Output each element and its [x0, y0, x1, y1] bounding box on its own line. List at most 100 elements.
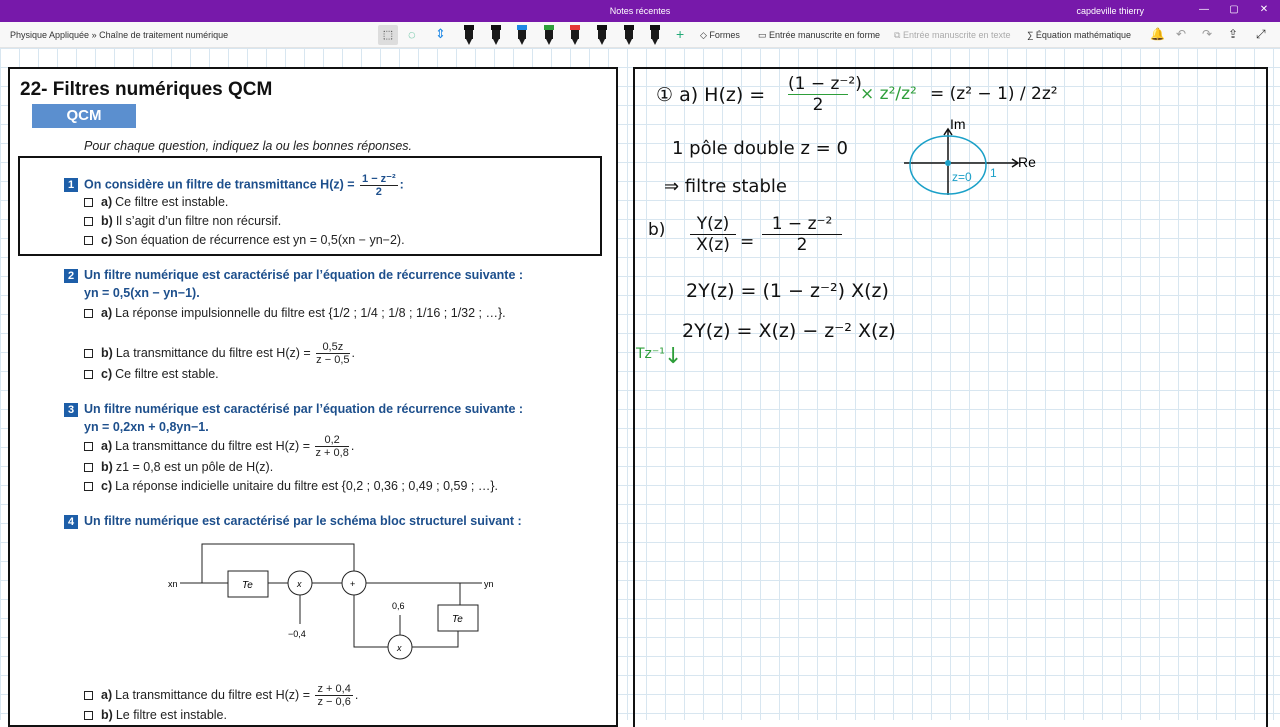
checkbox[interactable]	[84, 370, 93, 379]
lasso-select-icon[interactable]: ⬚	[378, 25, 398, 45]
fraction: z + 0,4 z − 0,6	[315, 683, 353, 708]
option-text: La réponse impulsionnelle du filtre est …	[115, 306, 506, 320]
handwritten-line-1: ① a) H(z) =	[656, 84, 766, 106]
checkbox[interactable]	[84, 309, 93, 318]
question-text: Un filtre numérique est caractérisé par …	[84, 402, 524, 416]
bell-icon[interactable]: 🔔	[1150, 27, 1165, 41]
output-label: yn	[484, 579, 494, 589]
move-icon[interactable]: ⇕	[435, 26, 446, 42]
numerator: z + 0,4	[315, 683, 353, 696]
pen-tip	[466, 39, 472, 45]
ink-to-shape-label: Entrée manuscrite en forme	[769, 30, 881, 40]
title-bar: Notes récentes capdeville thierry — ▢ ✕	[0, 0, 1280, 22]
numerator: 0,2	[315, 434, 349, 447]
pen-body	[598, 30, 606, 39]
maximize-icon[interactable]: ▢	[1224, 4, 1244, 15]
document-title: 22- Filtres numériques QCM	[20, 79, 273, 100]
option-text: La transmittance du filtre est H(z) =	[115, 345, 311, 360]
question-text: On considère un filtre de transmittance …	[84, 177, 355, 192]
handwritten-rhs: 1 − z⁻² 2	[762, 214, 842, 255]
option-2b[interactable]: b) La transmittance du filtre est H(z) = …	[84, 341, 355, 366]
pen-tip	[492, 39, 499, 45]
handwritten-multiplier: × z²/z²	[860, 84, 917, 104]
handwritten-result: = (z² − 1) / 2z²	[930, 84, 1058, 104]
question-4: 4 Un filtre numérique est caractérisé par…	[64, 514, 522, 529]
option-text: Ce filtre est instable.	[115, 195, 229, 209]
option-3a[interactable]: a) La transmittance du filtre est H(z) = …	[84, 434, 354, 459]
ink-to-shape-button[interactable]: ▭ Entrée manuscrite en forme	[758, 30, 880, 41]
expand-icon[interactable]: ⤢	[1256, 27, 1266, 42]
numerator: (1 − z⁻²)	[788, 74, 862, 95]
numerator: 0,5z	[316, 341, 350, 354]
block-diagram: xn yn Te Te x x + −0,4 0,6	[168, 543, 494, 660]
pen-tool[interactable]	[516, 25, 528, 45]
share-icon[interactable]: ⇪	[1228, 27, 1238, 41]
undo-icon[interactable]: ↶	[1176, 27, 1186, 41]
wire	[412, 631, 459, 648]
pen-body	[465, 30, 473, 39]
pen-tool[interactable]	[543, 25, 555, 45]
pen-tool[interactable]	[463, 25, 475, 45]
checkbox[interactable]	[84, 236, 93, 245]
pen-tip	[572, 39, 579, 45]
checkbox[interactable]	[84, 690, 93, 700]
im-label: Im	[950, 116, 966, 132]
formes-button[interactable]: ◇ Formes	[700, 30, 740, 41]
feedforward-wire	[201, 543, 355, 583]
pen-tip	[652, 39, 659, 45]
option-4a[interactable]: a) La transmittance du filtre est H(z) = …	[84, 683, 358, 708]
option-3c[interactable]: c) La réponse indicielle unitaire du filt…	[84, 479, 498, 493]
handwritten-b-label: b)	[648, 220, 666, 240]
add-space-icon[interactable]: ◌	[408, 27, 416, 42]
numerator: 1 − z⁻²	[762, 214, 842, 235]
checkbox[interactable]	[84, 441, 93, 451]
math-icon: ∑	[1027, 30, 1036, 40]
handwritten-line-2: 1 pôle double z = 0	[672, 138, 848, 159]
checkbox[interactable]	[84, 217, 93, 226]
option-1b[interactable]: b) Il s’agit d’un filtre non récursif.	[84, 214, 281, 228]
question-number: 4	[64, 515, 78, 529]
question-3: 3 Un filtre numérique est caractérisé par…	[64, 402, 523, 417]
handwritten-line-b2: 2Y(z) = (1 − z⁻²) X(z)	[686, 280, 889, 302]
numerator: 1 − z⁻²	[360, 173, 398, 186]
option-2c[interactable]: c) Ce filtre est stable.	[84, 367, 219, 381]
ink-shape-icon: ▭	[758, 30, 770, 40]
redo-icon[interactable]: ↷	[1202, 27, 1212, 41]
handwritten-ratio: Y(z) X(z)	[690, 214, 736, 255]
fraction: 0,2 z + 0,8	[315, 434, 349, 459]
question-text: Un filtre numérique est caractérisé par …	[84, 514, 522, 528]
pen-tool[interactable]	[569, 25, 581, 45]
numerator: Y(z)	[690, 214, 736, 235]
option-1a[interactable]: a) Ce filtre est instable.	[84, 195, 228, 209]
qcm-badge: QCM	[32, 104, 136, 128]
pen-tool[interactable]	[649, 25, 661, 45]
checkbox[interactable]	[84, 348, 93, 358]
pen-tip	[625, 39, 632, 45]
close-icon[interactable]: ✕	[1254, 4, 1274, 15]
denominator: X(z)	[696, 235, 730, 255]
option-2a[interactable]: a) La réponse impulsionnelle du filtre es…	[84, 306, 506, 320]
checkbox[interactable]	[84, 482, 93, 491]
question-number: 2	[64, 269, 78, 283]
shapes-icon: ◇	[700, 30, 710, 40]
add-pen-icon[interactable]: +	[676, 26, 684, 42]
option-text: La transmittance du filtre est H(z) =	[115, 438, 310, 453]
pen-body	[651, 30, 660, 39]
fraction: 1 − z⁻² 2	[360, 172, 398, 198]
checkbox[interactable]	[84, 711, 93, 720]
checkbox[interactable]	[84, 198, 93, 207]
ink-to-text-button[interactable]: ⧉ Entrée manuscrite en texte	[894, 30, 1011, 41]
instructions: Pour chaque question, indiquez la ou les…	[84, 139, 413, 153]
multiplier-symbol-feedback: x	[396, 643, 402, 653]
breadcrumb: Physique Appliquée » Chaîne de traitemen…	[10, 30, 229, 40]
checkbox[interactable]	[84, 463, 93, 472]
math-equation-button[interactable]: ∑ Équation mathématique	[1027, 30, 1131, 40]
pen-tool[interactable]	[490, 25, 502, 45]
pen-tool[interactable]	[623, 25, 635, 45]
option-3b[interactable]: b) z1 = 0,8 est un pôle de H(z).	[84, 460, 273, 474]
option-1c[interactable]: c) Son équation de récurrence est yn = 0,…	[84, 233, 405, 247]
user-name[interactable]: capdeville thierry	[1076, 6, 1144, 16]
pen-tool[interactable]	[596, 25, 608, 45]
pole-diagram: Im Re z=0 1	[904, 116, 1036, 195]
minimize-icon[interactable]: —	[1194, 4, 1214, 15]
